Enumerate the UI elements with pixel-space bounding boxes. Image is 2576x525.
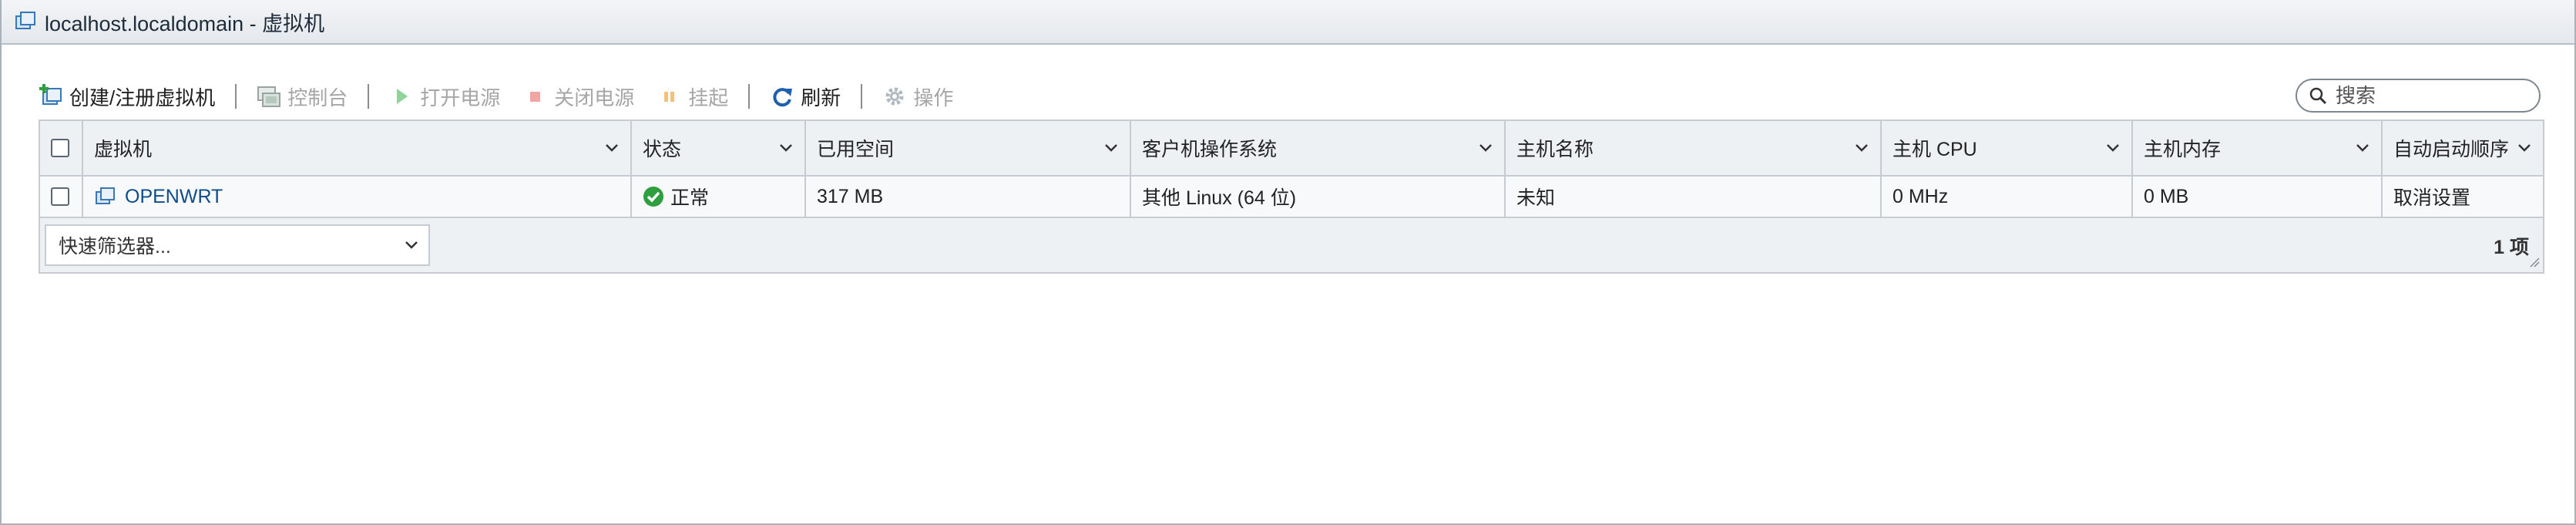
column-header-used-space[interactable]: 已用空间 [806, 121, 1131, 175]
vm-list-window: localhost.localdomain - 虚拟机 创建/注册虚拟机 控制台 [0, 0, 2576, 525]
create-vm-icon [39, 84, 62, 105]
column-header-autostart[interactable]: 自动启动顺序 [2383, 121, 2543, 175]
column-label: 状态 [643, 139, 682, 160]
create-vm-label: 创建/注册虚拟机 [69, 86, 216, 109]
select-all-checkbox[interactable] [51, 139, 69, 157]
status-ok-icon [643, 187, 663, 207]
search-icon [2309, 87, 2327, 105]
autostart-value: 取消设置 [2393, 187, 2471, 209]
chevron-down-icon[interactable] [1478, 142, 1493, 154]
gear-icon [885, 87, 904, 106]
toolbar-divider [368, 84, 370, 109]
vm-table: 虚拟机 状态 已用空间 客户机操作系统 主机名称 主机 CPU 主机内存 自动启… [39, 119, 2544, 274]
chevron-down-icon [405, 241, 418, 249]
host-name-value: 未知 [1516, 187, 1556, 209]
chevron-down-icon[interactable] [1854, 142, 1869, 154]
guest-os-value: 其他 Linux (64 位) [1142, 187, 1297, 209]
host-name-cell: 未知 [1506, 177, 1882, 217]
host-cpu-cell: 0 MHz [1882, 177, 2133, 217]
stop-icon [530, 92, 541, 102]
table-row[interactable]: OPENWRT 正常 317 MB 其他 Linux (64 位) 未知 0 M… [40, 177, 2543, 218]
column-header-host-name[interactable]: 主机名称 [1506, 121, 1882, 175]
window-title: localhost.localdomain - 虚拟机 [45, 12, 325, 35]
vm-name-link[interactable]: OPENWRT [125, 186, 223, 208]
row-checkbox[interactable] [51, 187, 69, 206]
toolbar-divider [748, 84, 751, 109]
guest-os-cell: 其他 Linux (64 位) [1131, 177, 1506, 217]
vm-name-cell: OPENWRT [83, 177, 632, 217]
row-select-cell [40, 177, 83, 217]
resize-handle-icon[interactable] [2529, 257, 2540, 268]
column-label: 主机名称 [1516, 139, 1594, 160]
column-label: 自动启动顺序 [2393, 139, 2510, 160]
pause-icon [664, 92, 675, 102]
refresh-icon [773, 88, 793, 107]
refresh-button[interactable]: 刷新 [770, 82, 841, 111]
chevron-down-icon[interactable] [604, 142, 620, 154]
table-header: 虚拟机 状态 已用空间 客户机操作系统 主机名称 主机 CPU 主机内存 自动启… [40, 121, 2543, 177]
status-cell: 正常 [632, 177, 806, 217]
host-cpu-value: 0 MHz [1893, 185, 1949, 207]
autostart-cell: 取消设置 [2383, 177, 2543, 217]
column-label: 主机内存 [2144, 139, 2222, 160]
quick-filter-label: 快速筛选器... [59, 236, 171, 257]
window-titlebar: localhost.localdomain - 虚拟机 [2, 0, 2574, 45]
power-on-label: 打开电源 [420, 86, 501, 109]
chevron-down-icon[interactable] [2517, 142, 2532, 154]
chevron-down-icon[interactable] [2355, 142, 2370, 154]
actions-label: 操作 [913, 86, 954, 109]
search-input[interactable] [2334, 82, 2522, 109]
vm-icon [96, 187, 115, 204]
suspend-button[interactable]: 挂起 [657, 82, 728, 111]
chevron-down-icon[interactable] [1103, 142, 1119, 154]
column-label: 虚拟机 [94, 139, 153, 160]
suspend-label: 挂起 [688, 86, 729, 109]
table-footer: 快速筛选器... 1 项 [40, 218, 2543, 272]
column-header-host-memory[interactable]: 主机内存 [2133, 121, 2383, 175]
host-memory-value: 0 MB [2144, 185, 2189, 207]
item-count: 1 项 [2494, 237, 2529, 258]
actions-button[interactable]: 操作 [882, 82, 953, 111]
used-space-cell: 317 MB [806, 177, 1131, 217]
column-header-status[interactable]: 状态 [632, 121, 806, 175]
power-on-button[interactable]: 打开电源 [389, 82, 500, 111]
column-label: 已用空间 [817, 139, 895, 160]
toolbar: 创建/注册虚拟机 控制台 打开电源 关闭电源 挂起 刷新 操作 [39, 77, 2544, 116]
column-label: 客户机操作系统 [1142, 139, 1278, 160]
console-label: 控制台 [287, 86, 348, 109]
used-space-value: 317 MB [817, 185, 884, 207]
console-button[interactable]: 控制台 [257, 82, 348, 111]
chevron-down-icon[interactable] [778, 142, 794, 154]
quick-filter-select[interactable]: 快速筛选器... [45, 224, 430, 266]
refresh-label: 刷新 [801, 86, 841, 109]
column-header-vm[interactable]: 虚拟机 [83, 121, 632, 175]
search-box[interactable] [2296, 79, 2541, 113]
column-label: 主机 CPU [1893, 139, 1977, 160]
play-icon [397, 89, 408, 104]
toolbar-divider [235, 84, 237, 109]
vm-window-icon [15, 12, 35, 29]
column-header-guest-os[interactable]: 客户机操作系统 [1131, 121, 1506, 175]
toolbar-divider [861, 84, 863, 109]
chevron-down-icon[interactable] [2105, 142, 2121, 154]
status-text: 正常 [670, 187, 710, 209]
create-register-vm-button[interactable]: 创建/注册虚拟机 [39, 82, 215, 111]
power-off-label: 关闭电源 [554, 86, 635, 109]
host-memory-cell: 0 MB [2133, 177, 2383, 217]
column-header-host-cpu[interactable]: 主机 CPU [1882, 121, 2133, 175]
power-off-button[interactable]: 关闭电源 [523, 82, 634, 111]
console-icon [257, 86, 281, 107]
select-all-cell [40, 121, 83, 175]
